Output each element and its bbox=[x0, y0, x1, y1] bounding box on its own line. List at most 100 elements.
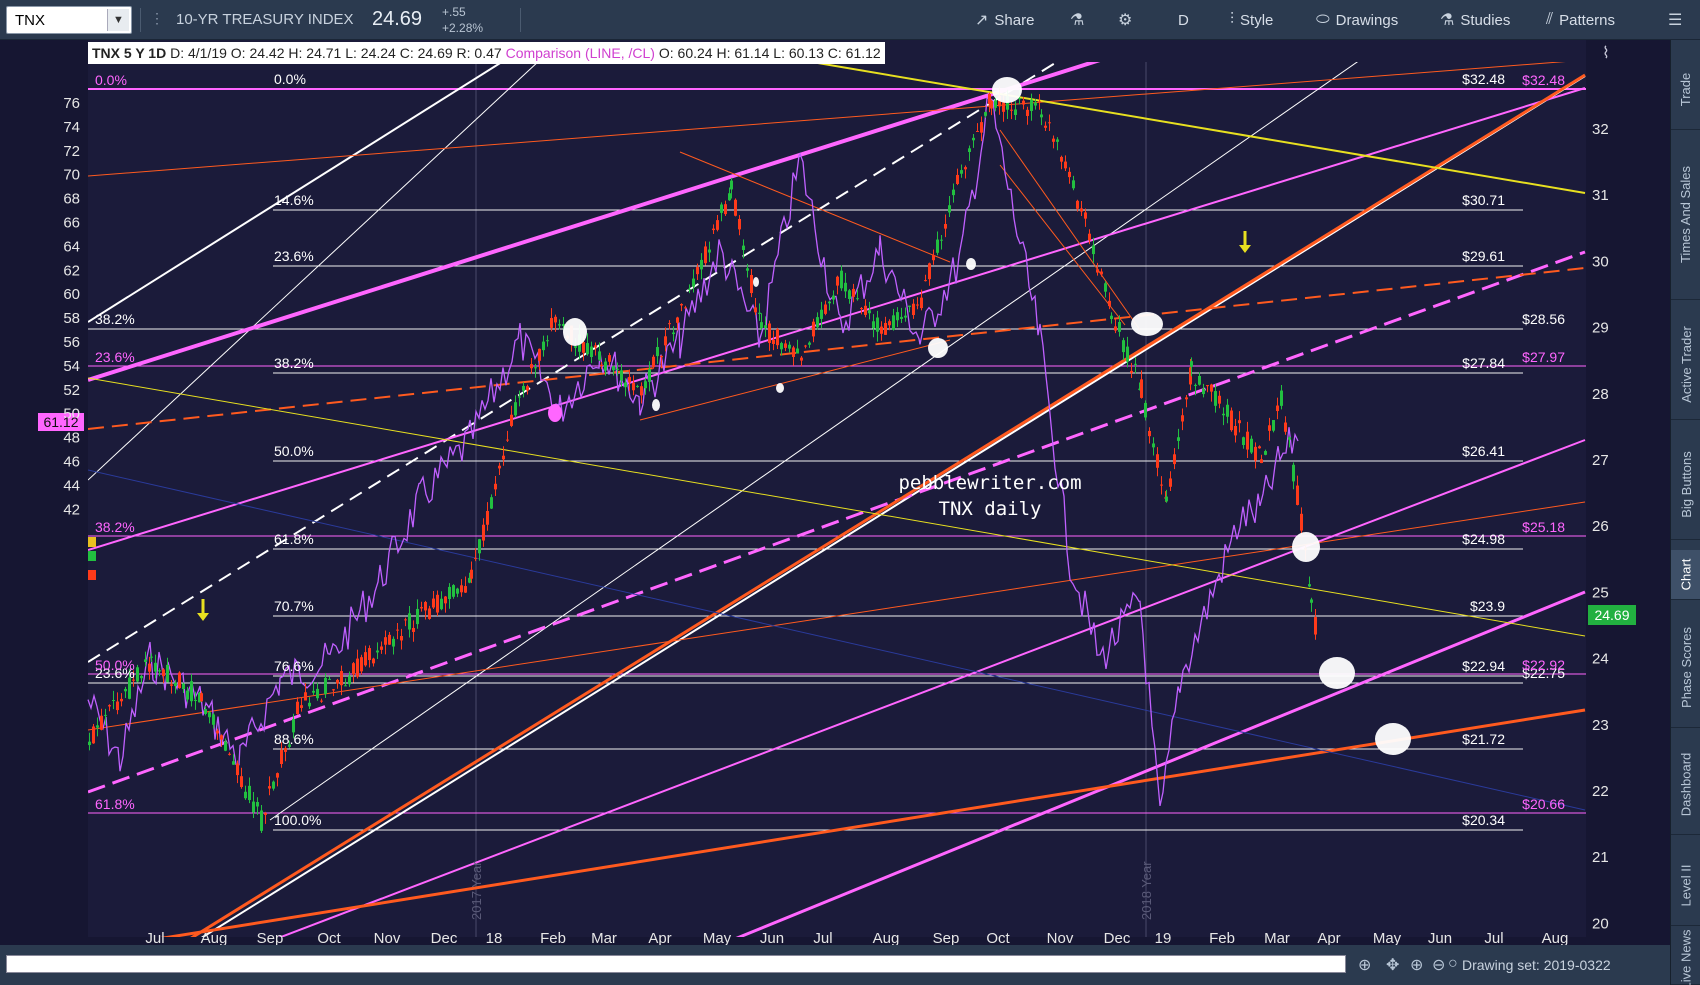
studies-button[interactable]: ⚗ Studies bbox=[1440, 0, 1510, 40]
sidebar-tab-big-buttons[interactable]: Big Buttons bbox=[1671, 430, 1700, 540]
time-axis-tick: Feb bbox=[540, 930, 566, 945]
candle-body bbox=[864, 305, 867, 315]
candle-body bbox=[928, 263, 931, 280]
candle-body bbox=[964, 167, 967, 170]
share-button[interactable]: ↗ Share bbox=[975, 0, 1034, 40]
candle-body bbox=[1092, 245, 1095, 255]
sidebar-tab-dashboard[interactable]: Dashboard bbox=[1671, 735, 1700, 835]
left-axis-tick: 72 bbox=[63, 143, 80, 160]
last-price-badge: 24.69 bbox=[1594, 607, 1629, 623]
expand-icon[interactable]: ⊕ bbox=[1358, 955, 1371, 975]
left-axis-tick: 42 bbox=[63, 501, 80, 518]
candle-body bbox=[200, 693, 203, 702]
drawing-set-label[interactable]: Drawing set: 2019-0322 bbox=[1462, 957, 1611, 973]
ohlc-info-bar: TNX 5 Y 1D D: 4/1/19 O: 24.42 H: 24.71 L… bbox=[88, 42, 885, 64]
settings-button[interactable]: ⚙ bbox=[1118, 0, 1132, 40]
candle-body bbox=[720, 204, 723, 213]
candle-body bbox=[808, 342, 811, 345]
sidebar-tab-label: Times And Sales bbox=[1678, 165, 1694, 264]
zoom-out-icon[interactable]: ⊖ bbox=[1432, 955, 1445, 975]
candle-body bbox=[582, 342, 585, 353]
left-axis-tick: 76 bbox=[63, 95, 80, 112]
candle-body bbox=[300, 705, 303, 708]
share-label: Share bbox=[994, 11, 1035, 29]
candle-body bbox=[598, 351, 601, 360]
reset-zoom-icon[interactable]: ○ bbox=[1448, 955, 1458, 973]
symbol-input[interactable]: TNX bbox=[7, 12, 107, 29]
time-axis-tick: Apr bbox=[1317, 930, 1340, 945]
sidebar-tab-label: Dashboard bbox=[1678, 752, 1694, 817]
zoom-in-icon[interactable]: ⊕ bbox=[1410, 955, 1423, 975]
drawings-button[interactable]: ⬭ Drawings bbox=[1316, 0, 1398, 40]
candle-body bbox=[340, 671, 343, 686]
candle-body bbox=[194, 700, 197, 702]
style-button[interactable]: ⫶ Style bbox=[1230, 0, 1273, 40]
candle-body bbox=[984, 112, 987, 116]
candle-body bbox=[1202, 388, 1205, 395]
time-scrollbar[interactable] bbox=[6, 955, 1346, 973]
candle-body bbox=[456, 588, 459, 594]
patterns-button[interactable]: ⫽ Patterns bbox=[1546, 0, 1615, 40]
flask-button[interactable]: ⚗ bbox=[1070, 0, 1084, 40]
sidebar-tab-live-news[interactable]: Live News bbox=[1671, 930, 1700, 985]
candle-body bbox=[460, 585, 463, 593]
chart-area[interactable]: 76 74 72 70 68 66 64 62 60 58 56 54 52 50 48 46 44 42 32 31… bbox=[0, 40, 1670, 945]
right-axis-tick: 32 bbox=[1592, 121, 1609, 138]
candle-body bbox=[1026, 109, 1029, 116]
left-axis-tick: 52 bbox=[63, 382, 80, 399]
time-axis-tick: Sep bbox=[933, 930, 960, 945]
marker-ellipse bbox=[753, 277, 759, 287]
right-axis-tick: 28 bbox=[1592, 386, 1609, 403]
period-button[interactable]: D bbox=[1178, 0, 1189, 40]
candle-body bbox=[738, 218, 741, 230]
candle-body bbox=[1114, 326, 1117, 331]
candle-body bbox=[1288, 437, 1291, 440]
sidebar-tab-phase-scores[interactable]: Phase Scores bbox=[1671, 608, 1700, 728]
candle-body bbox=[990, 100, 993, 109]
sidebar-tab-active-trader[interactable]: Active Trader bbox=[1671, 310, 1700, 420]
pan-icon[interactable]: ✥ bbox=[1386, 955, 1399, 975]
drag-handle-icon[interactable]: ⋮ bbox=[150, 10, 164, 27]
candle-body bbox=[96, 725, 99, 728]
candle-body bbox=[264, 813, 267, 815]
candle-body bbox=[220, 735, 223, 740]
sidebar-tab-trade[interactable]: Trade bbox=[1671, 50, 1700, 130]
gear-icon: ⚙ bbox=[1118, 12, 1133, 29]
left-axis-tick: 56 bbox=[63, 334, 80, 351]
sidebar-tab-times-and-sales[interactable]: Times And Sales bbox=[1671, 130, 1700, 300]
cmp-high: H: 61.14 bbox=[716, 45, 770, 61]
fib-price-label: $29.61 bbox=[1462, 248, 1505, 264]
candle-body bbox=[396, 629, 399, 631]
candle-body bbox=[364, 652, 367, 666]
candle-body bbox=[1048, 122, 1051, 124]
time-axis-tick: Feb bbox=[1209, 930, 1235, 945]
left-axis-tick: 64 bbox=[63, 238, 80, 255]
comparison-label: Comparison (LINE, /CL) bbox=[505, 45, 655, 61]
candle-body bbox=[162, 669, 165, 677]
chevron-down-icon[interactable]: ▼ bbox=[107, 9, 129, 31]
right-axis-tick: 22 bbox=[1592, 783, 1609, 800]
candle-body bbox=[1148, 430, 1151, 437]
candle-body bbox=[884, 322, 887, 335]
menu-button[interactable]: ☰ bbox=[1668, 0, 1682, 40]
candle-body bbox=[522, 385, 525, 391]
symbol-selector[interactable]: TNX ▼ bbox=[6, 6, 132, 34]
time-axis-tick: May bbox=[703, 930, 732, 945]
candle-body bbox=[208, 712, 211, 718]
candle-body bbox=[1096, 269, 1099, 273]
candle-body bbox=[136, 667, 139, 682]
fib-price-label: $32.48 bbox=[1462, 71, 1505, 87]
price-chart[interactable]: 7674727068666462605856545250484644423231… bbox=[0, 40, 1670, 945]
time-axis-tick: Jun bbox=[1428, 930, 1452, 945]
candle-body bbox=[530, 364, 533, 369]
candle-body bbox=[1242, 437, 1245, 445]
year-label: 2018 Year bbox=[1139, 861, 1154, 920]
candle-body bbox=[1230, 410, 1233, 431]
sidebar-tab-chart[interactable]: Chart bbox=[1671, 550, 1700, 600]
candle-body bbox=[1264, 451, 1267, 455]
candle-body bbox=[464, 586, 467, 593]
candle-body bbox=[1144, 402, 1147, 418]
toolbar-divider bbox=[140, 8, 141, 32]
candle-body bbox=[228, 753, 231, 755]
sidebar-tab-level-ii[interactable]: Level II bbox=[1671, 846, 1700, 926]
